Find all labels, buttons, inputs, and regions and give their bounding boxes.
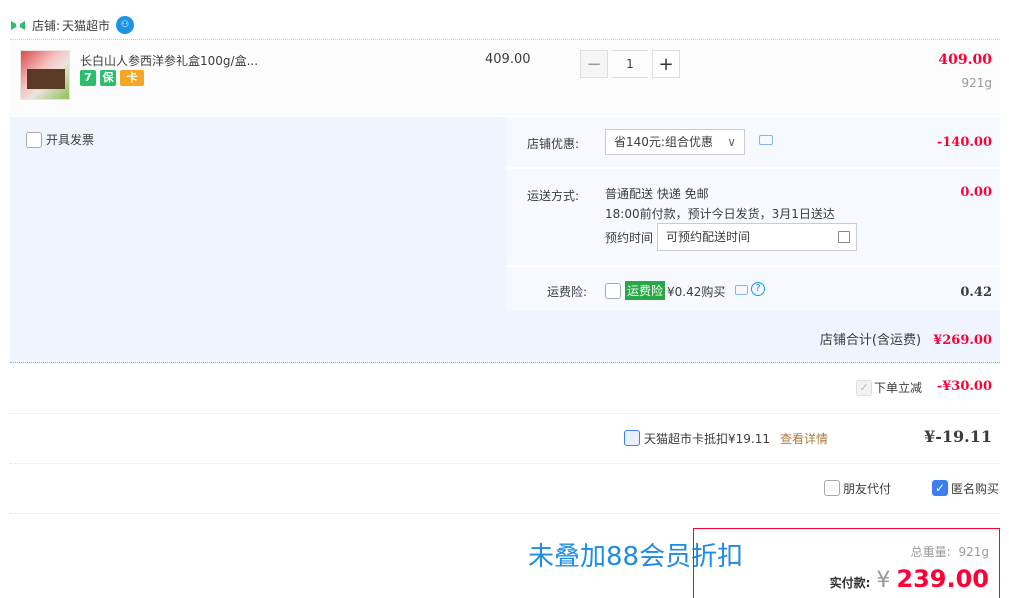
shop-header: 店铺: 天猫超市 ⚇ [10,12,135,38]
delivery-method: 普通配送 快递 免邮 [605,187,709,201]
discount-label: 店铺优惠: [527,137,580,151]
calendar-icon[interactable] [838,231,850,243]
friend-pay-checkbox[interactable] [824,480,840,496]
total-weight: 总重量: 921g [911,543,989,560]
item-weight: 921g [961,76,992,90]
instant-discount-checkbox: ✓ [856,380,872,396]
view-details-link[interactable]: 查看详情 [780,430,828,447]
insurance-row: 运费险: 运费险 ¥0.42购买 ? 0.42 [507,267,1000,311]
insurance-tag: 运费险 [625,281,666,300]
discount-selected: 省140元:组合优惠 [614,135,713,149]
reserve-time-placeholder: 可预约配送时间 [666,230,751,244]
insurance-checkbox[interactable] [605,283,621,299]
invoice-area: 开具发票 [10,117,505,311]
reserve-time-label: 预约时间 [605,231,654,245]
shop-name[interactable]: 天猫超市 [62,17,110,34]
reserve-time-input[interactable]: 可预约配送时间 [657,223,857,251]
instant-discount-label: 下单立减 [873,381,922,395]
item-subtotal: 409.00 [938,52,992,68]
delivery-label: 运送方式: [527,189,580,203]
invoice-checkbox-box[interactable] [26,131,42,148]
instant-discount-row: ✓ 下单立减 -¥30.00 [10,364,1000,414]
decrease-button[interactable]: − [580,50,608,78]
shop-total-value: ¥269.00 [933,333,992,348]
invoice-label: 开具发票 [46,133,95,147]
total-weight-label: 总重量: [910,545,951,559]
message-icon[interactable] [735,285,748,295]
shop-label: 店铺: [32,18,61,33]
delivery-value: 0.00 [960,185,992,200]
discount-select[interactable]: 省140元:组合优惠 ∨ [605,129,745,155]
quantity-input[interactable]: 1 [612,50,648,78]
message-icon[interactable] [759,135,773,145]
actual-payment-amount: 239.00 [896,565,989,593]
instant-discount-value: -¥30.00 [936,379,992,394]
anonymous-purchase-checkbox[interactable]: ✓ [932,480,948,496]
increase-button[interactable]: + [652,50,680,78]
friend-pay-label: 朋友代付 [843,482,892,496]
seven-day-return-icon[interactable]: 7 [80,70,96,86]
actual-payment-label: 实付款: [829,576,871,590]
order-options-panel: 开具发票 店铺优惠: 省140元:组合优惠 ∨ -140.00 运送方式: 普通… [10,117,1000,363]
quantity-stepper: − 1 + [580,50,680,78]
card-deduction-value: ¥-19.11 [924,427,992,446]
insurance-label: 运费险: [547,285,588,299]
chevron-down-icon: ∨ [727,135,736,149]
product-title[interactable]: 长白山人参西洋参礼盒100g/盒... [80,52,258,69]
help-icon[interactable]: ? [751,282,765,296]
anonymous-purchase-label: 匿名购买 [951,482,1000,496]
card-deduction-checkbox[interactable] [624,430,640,446]
unit-price: 409.00 [485,52,531,67]
actual-payment: 实付款: ¥ 239.00 [830,565,989,593]
shop-total-label: 店铺合计(含运费) [819,333,922,348]
wangwang-chat-icon[interactable]: ⚇ [116,16,135,34]
pay-options-row: 朋友代付 ✓ 匿名购买 [10,464,1000,514]
card-pay-icon[interactable]: 卡 [120,70,144,86]
guarantee-icon[interactable]: 保 [100,70,116,86]
delivery-estimate: 18:00前付款，预计今日发货，3月1日送达 [605,207,835,221]
shop-options: 店铺优惠: 省140元:组合优惠 ∨ -140.00 运送方式: 普通配送 快递… [507,117,1000,311]
invoice-checkbox[interactable]: 开具发票 [26,131,94,148]
discount-value: -140.00 [936,135,992,150]
total-weight-value: 921g [958,545,989,559]
product-thumbnail[interactable] [20,50,70,100]
payment-summary: 总重量: 921g 实付款: ¥ 239.00 [693,528,1000,598]
shop-icon [11,21,25,30]
item-row: 长白山人参西洋参礼盒100g/盒... 7 保 卡 409.00 − 1 + 4… [10,39,1000,115]
discount-row: 店铺优惠: 省140元:组合优惠 ∨ -140.00 [507,117,1000,167]
insurance-price-text: ¥0.42购买 [667,285,726,299]
delivery-row: 运送方式: 普通配送 快递 免邮 18:00前付款，预计今日发货，3月1日送达 … [507,169,1000,265]
shop-total: 店铺合计(含运费) ¥269.00 [820,329,992,348]
card-deduction-label: 天猫超市卡抵扣¥19.11 [644,432,770,446]
insurance-value: 0.42 [960,285,992,300]
card-deduction-row: 天猫超市卡抵扣¥19.11 查看详情 ¥-19.11 [10,414,1000,464]
currency-symbol: ¥ [876,568,891,593]
